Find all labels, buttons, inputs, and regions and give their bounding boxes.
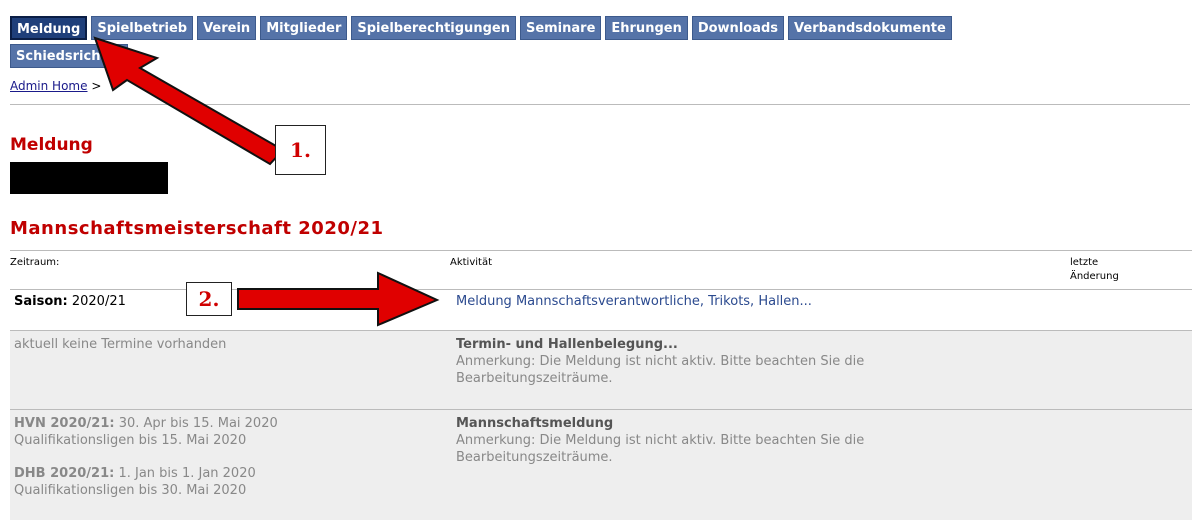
annotation-step-2: 2.	[186, 282, 232, 316]
annotation-arrows	[93, 36, 440, 327]
arrow-2	[237, 271, 440, 327]
annotation-step-1: 1.	[275, 125, 326, 175]
arrow-1	[93, 36, 285, 166]
